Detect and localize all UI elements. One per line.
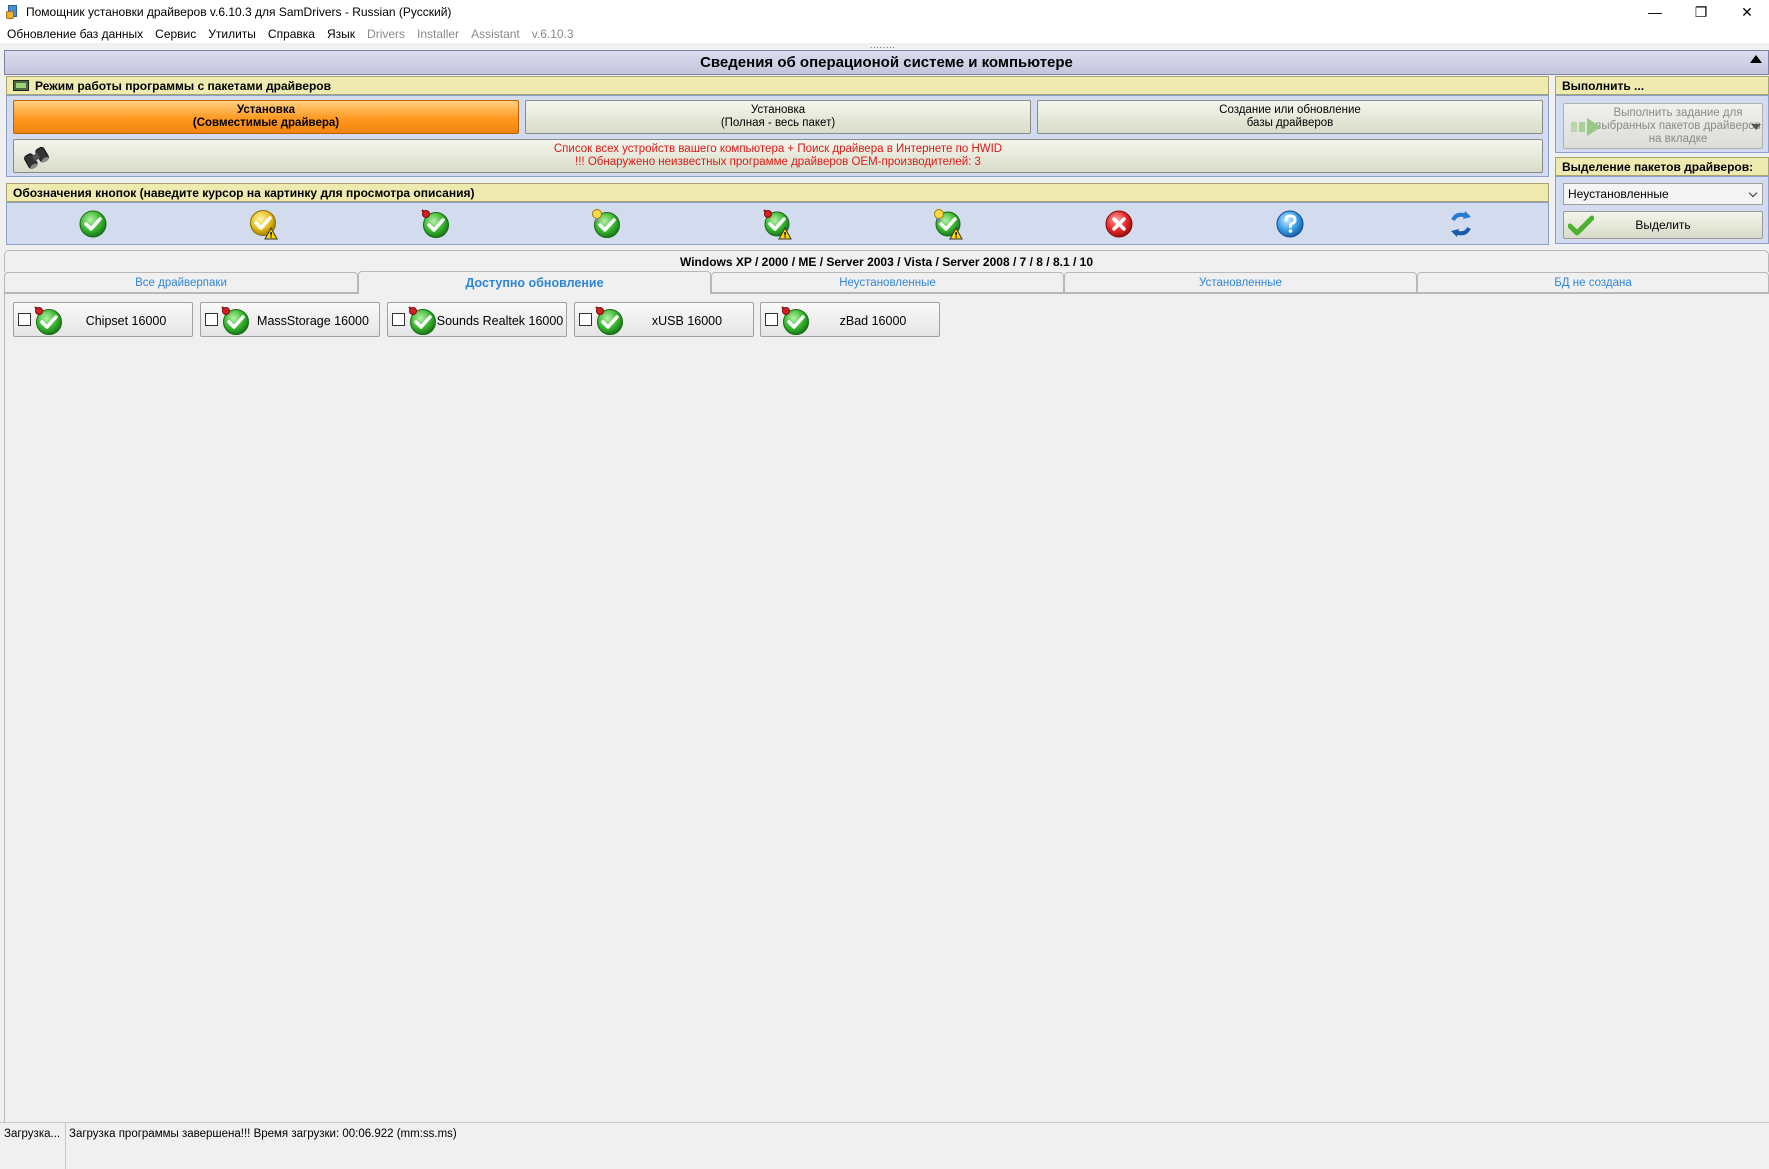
- maximize-button[interactable]: ❐: [1678, 0, 1724, 24]
- install-full-button[interactable]: Установка (Полная - весь пакет): [525, 100, 1031, 134]
- execute-panel-title: Выполнить ...: [1562, 78, 1645, 93]
- status-bar: Загрузка... Загрузка программы завершена…: [0, 1122, 1769, 1169]
- monitor-icon: [13, 80, 29, 91]
- package-checkbox[interactable]: [579, 313, 592, 326]
- execute-task-label: Выполнить задание для выбранных пакетов …: [1595, 106, 1761, 145]
- tab-update-available[interactable]: Доступно обновление: [358, 271, 711, 294]
- menu-version: v.6.10.3: [531, 26, 574, 41]
- install-full-line2: (Полная - весь пакет): [720, 117, 836, 129]
- status-message: Загрузка программы завершена!!! Время за…: [69, 1128, 457, 1140]
- tab-installed[interactable]: Установленные: [1064, 272, 1417, 293]
- green-check-icon[interactable]: [77, 208, 109, 240]
- tab-content-area: [4, 293, 1769, 1122]
- device-list-line1: Список всех устройств вашего компьютера …: [553, 143, 1003, 155]
- install-compatible-line1: Установка: [236, 104, 296, 116]
- window-title: Помощник установки драйверов v.6.10.3 дл…: [26, 5, 452, 19]
- chevron-down-icon: [1748, 188, 1758, 198]
- yellow-check-warning-icon[interactable]: [248, 208, 280, 240]
- green-check-pin-icon: [595, 306, 623, 335]
- create-database-button[interactable]: Создание или обновление базы драйверов: [1037, 100, 1543, 134]
- package-item-massstorage[interactable]: MassStorage 16000: [200, 302, 380, 337]
- package-label: MassStorage 16000: [257, 313, 369, 328]
- arrow-right-icon: [1571, 118, 1601, 136]
- tab-all-driverpacks[interactable]: Все драйверпаки: [4, 272, 358, 293]
- mode-panel: Установка (Совместимые драйвера) Установ…: [6, 95, 1549, 177]
- title-bar: Помощник установки драйверов v.6.10.3 дл…: [0, 0, 1769, 24]
- package-label: Sounds Realtek 16000: [436, 313, 564, 328]
- supported-os-text: Windows XP / 2000 / ME / Server 2003 / V…: [679, 254, 1094, 269]
- device-list-button[interactable]: Список всех устройств вашего компьютера …: [13, 139, 1543, 173]
- system-info-title: Сведения об операционой системе и компью…: [700, 54, 1073, 71]
- green-check-pin-icon[interactable]: [419, 208, 451, 240]
- minimize-button[interactable]: —: [1632, 0, 1678, 24]
- package-label: Chipset 16000: [85, 313, 167, 328]
- package-checkbox[interactable]: [765, 313, 778, 326]
- install-compatible-button[interactable]: Установка (Совместимые драйвера): [13, 100, 519, 134]
- menu-update-databases[interactable]: Обновление баз данных: [1, 27, 149, 41]
- tab-not-installed[interactable]: Неустановленные: [711, 272, 1064, 293]
- select-packages-button[interactable]: Выделить: [1563, 211, 1763, 239]
- create-database-line2: базы драйверов: [1246, 117, 1334, 129]
- package-label: zBad 16000: [839, 313, 907, 328]
- mode-panel-header: Режим работы программы с пакетами драйве…: [6, 76, 1549, 95]
- execute-panel-header: Выполнить ...: [1555, 76, 1769, 95]
- menu-drivers: Drivers: [367, 26, 406, 41]
- oem-drivers-warning: !!! Обнаружено неизвестных программе дра…: [575, 156, 981, 168]
- system-info-header[interactable]: Сведения об операционой системе и компью…: [4, 50, 1769, 75]
- status-loading: Загрузка...: [0, 1123, 66, 1169]
- splitter-handle[interactable]: ........: [870, 42, 896, 50]
- green-check-pin-icon: [221, 306, 249, 335]
- legend-panel: [6, 202, 1549, 245]
- package-item-zbad[interactable]: zBad 16000: [760, 302, 940, 337]
- select-packages-label: Выделить: [1635, 218, 1691, 232]
- install-full-line1: Установка: [750, 104, 806, 116]
- binoculars-icon: [24, 146, 49, 169]
- supported-os-line: Windows XP / 2000 / ME / Server 2003 / V…: [4, 250, 1769, 272]
- green-check-pin-icon: [781, 306, 809, 335]
- menu-assistant: Assistant: [471, 26, 520, 41]
- green-tick-icon: [1568, 215, 1594, 236]
- menu-installer: Installer: [417, 26, 460, 41]
- package-filter-value: Неустановленные: [1568, 187, 1669, 201]
- menu-service[interactable]: Сервис: [149, 27, 202, 41]
- install-compatible-line2: (Совместимые драйвера): [192, 117, 340, 129]
- package-label: xUSB 16000: [651, 313, 723, 328]
- select-panel-title: Выделение пакетов драйверов:: [1562, 159, 1754, 174]
- red-cross-icon[interactable]: [1103, 208, 1135, 240]
- package-item-sounds-realtek[interactable]: Sounds Realtek 16000: [387, 302, 567, 337]
- select-panel-header: Выделение пакетов драйверов:: [1555, 157, 1769, 176]
- package-checkbox[interactable]: [392, 313, 405, 326]
- legend-panel-title: Обозначения кнопок (наведите курсор на к…: [13, 185, 475, 200]
- execute-panel: Выполнить задание для выбранных пакетов …: [1555, 95, 1769, 153]
- menu-utilities[interactable]: Утилиты: [202, 27, 262, 41]
- package-filter-select[interactable]: Неустановленные: [1563, 183, 1763, 205]
- package-checkbox[interactable]: [205, 313, 218, 326]
- package-item-xusb[interactable]: xUSB 16000: [574, 302, 754, 337]
- green-check-pin-warning-icon[interactable]: [761, 208, 793, 240]
- blue-question-icon[interactable]: [1274, 208, 1306, 240]
- create-database-line1: Создание или обновление: [1219, 104, 1361, 116]
- chevron-down-icon[interactable]: [1751, 124, 1761, 130]
- collapse-arrow-icon[interactable]: [1750, 55, 1762, 63]
- green-check-pin-icon: [408, 306, 436, 335]
- mode-panel-title: Режим работы программы с пакетами драйве…: [35, 78, 331, 93]
- green-check-bulb-icon[interactable]: [590, 208, 622, 240]
- app-icon: [6, 5, 20, 19]
- menu-language[interactable]: Язык: [321, 27, 361, 41]
- select-panel: Неустановленные Выделить: [1555, 176, 1769, 244]
- green-check-pin-icon: [34, 306, 62, 335]
- blue-refresh-arrows-icon[interactable]: [1445, 208, 1477, 240]
- close-button[interactable]: ✕: [1724, 0, 1769, 24]
- legend-panel-header: Обозначения кнопок (наведите курсор на к…: [6, 183, 1549, 202]
- tab-db-not-created[interactable]: БД не создана: [1417, 272, 1769, 293]
- package-item-chipset[interactable]: Chipset 16000: [13, 302, 193, 337]
- menu-help[interactable]: Справка: [262, 27, 321, 41]
- package-checkbox[interactable]: [18, 313, 31, 326]
- execute-task-button[interactable]: Выполнить задание для выбранных пакетов …: [1563, 103, 1763, 149]
- green-check-bulb-warning-icon[interactable]: [932, 208, 964, 240]
- right-panel: Выполнить ... Выполнить задание для выбр…: [1555, 76, 1769, 244]
